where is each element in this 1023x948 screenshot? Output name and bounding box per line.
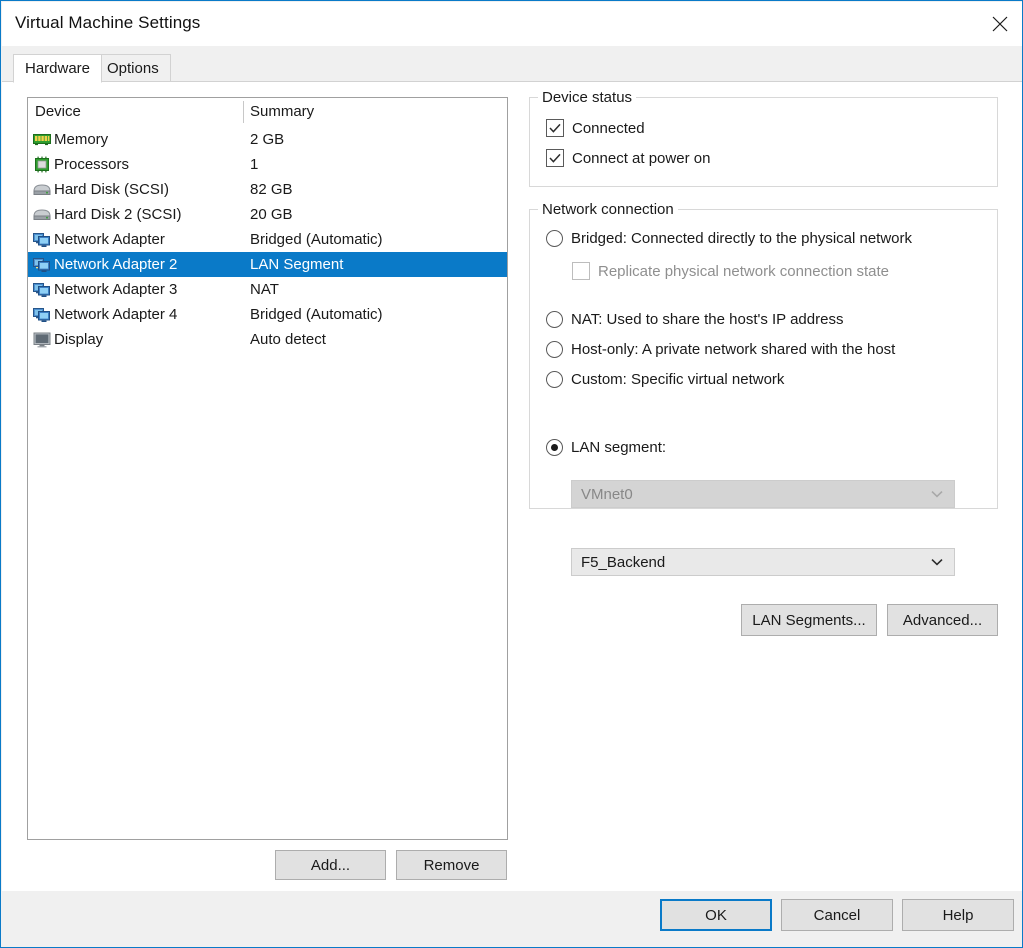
device-name: Network Adapter 3	[54, 281, 178, 298]
radio-custom-label: Custom: Specific virtual network	[571, 371, 785, 388]
window-title: Virtual Machine Settings	[15, 13, 201, 32]
checkbox-checked-icon[interactable]	[546, 149, 564, 167]
table-row[interactable]: Processors 1	[28, 152, 507, 177]
lan-segment-value: F5_Backend	[581, 553, 666, 571]
device-summary: Bridged (Automatic)	[250, 231, 383, 248]
device-summary: 1	[250, 156, 259, 173]
device-summary: Auto detect	[250, 331, 326, 348]
dialog-footer: OK Cancel Help	[2, 891, 1022, 947]
connected-label: Connected	[572, 119, 645, 137]
table-row[interactable]: Hard Disk (SCSI) 82 GB	[28, 177, 507, 202]
tab-options-label: Options	[107, 59, 159, 77]
close-icon[interactable]	[977, 2, 1022, 46]
replicate-state-label: Replicate physical network connection st…	[598, 262, 889, 280]
lan-segments-button[interactable]: LAN Segments...	[741, 604, 877, 636]
chevron-down-icon[interactable]	[931, 558, 943, 566]
device-name: Hard Disk (SCSI)	[54, 181, 170, 198]
radio-bridged-label: Bridged: Connected directly to the physi…	[571, 230, 913, 247]
radio-lan-segment-label: LAN segment:	[571, 439, 667, 456]
title-bar: Virtual Machine Settings	[2, 2, 1022, 46]
tab-strip: Hardware Options	[2, 46, 1022, 83]
device-name: Memory	[54, 131, 109, 148]
help-button[interactable]: Help	[902, 899, 1014, 931]
connect-at-power-on-label: Connect at power on	[572, 149, 711, 167]
device-list[interactable]: Device Summary Memory 2 GB Processors 1 …	[27, 97, 508, 840]
device-status-group-label: Device status	[538, 89, 637, 106]
hardware-tab-panel: Device Summary Memory 2 GB Processors 1 …	[2, 81, 1022, 891]
radio-unchecked-icon[interactable]	[546, 341, 563, 358]
device-summary: 82 GB	[250, 181, 293, 198]
lan-segment-select[interactable]: F5_Backend	[571, 548, 955, 576]
network-connection-group-label: Network connection	[538, 201, 678, 218]
radio-host-only-label: Host-only: A private network shared with…	[571, 341, 896, 358]
device-name: Hard Disk 2 (SCSI)	[54, 206, 182, 223]
display-icon	[33, 331, 51, 348]
custom-network-value: VMnet0	[581, 485, 633, 503]
device-name: Network Adapter 4	[54, 306, 178, 323]
device-name: Processors	[54, 156, 130, 173]
remove-device-button[interactable]: Remove	[396, 850, 507, 880]
network-adapter-icon	[33, 306, 51, 323]
tab-hardware[interactable]: Hardware	[13, 54, 103, 83]
column-divider	[243, 101, 244, 123]
harddisk-icon	[33, 181, 51, 198]
processor-icon	[33, 156, 51, 173]
device-status-group: Device status Connected Connect at power…	[529, 89, 998, 187]
radio-unchecked-icon[interactable]	[546, 311, 563, 328]
chevron-down-icon	[931, 490, 943, 498]
device-summary: LAN Segment	[250, 256, 344, 273]
column-header-device: Device	[35, 103, 81, 120]
add-device-button[interactable]: Add...	[275, 850, 386, 880]
radio-lan-segment[interactable]: LAN segment:	[546, 439, 666, 456]
network-adapter-icon	[33, 256, 51, 273]
radio-host-only[interactable]: Host-only: A private network shared with…	[546, 341, 895, 358]
ok-button[interactable]: OK	[660, 899, 772, 931]
virtual-machine-settings-dialog: Virtual Machine Settings Hardware Option…	[0, 0, 1023, 948]
device-summary: Bridged (Automatic)	[250, 306, 383, 323]
device-summary: NAT	[250, 281, 279, 298]
radio-unchecked-icon[interactable]	[546, 371, 563, 388]
memory-icon	[33, 131, 51, 148]
radio-bridged[interactable]: Bridged: Connected directly to the physi…	[546, 230, 912, 247]
table-row[interactable]: Network Adapter 3 NAT	[28, 277, 507, 302]
checkbox-unchecked-disabled-icon	[572, 262, 590, 280]
device-summary: 20 GB	[250, 206, 293, 223]
tab-hardware-label: Hardware	[25, 60, 91, 77]
device-summary: 2 GB	[250, 131, 285, 148]
network-connection-group: Network connection Bridged: Connected di…	[529, 201, 998, 509]
radio-checked-icon[interactable]	[546, 439, 563, 456]
radio-unchecked-icon[interactable]	[546, 230, 563, 247]
radio-nat-label: NAT: Used to share the host's IP address	[571, 311, 844, 328]
connected-checkbox-row[interactable]: Connected	[546, 119, 645, 137]
table-row[interactable]: Hard Disk 2 (SCSI) 20 GB	[28, 202, 507, 227]
column-header-summary: Summary	[250, 103, 315, 120]
radio-nat[interactable]: NAT: Used to share the host's IP address	[546, 311, 843, 328]
device-name: Display	[54, 331, 104, 348]
network-adapter-icon	[33, 231, 51, 248]
table-row-selected[interactable]: Network Adapter 2 LAN Segment	[28, 252, 507, 277]
replicate-state-checkbox-row: Replicate physical network connection st…	[572, 262, 889, 280]
device-name: Network Adapter	[54, 231, 165, 248]
table-row[interactable]: Display Auto detect	[28, 327, 507, 352]
checkbox-checked-icon[interactable]	[546, 119, 564, 137]
cancel-button[interactable]: Cancel	[781, 899, 893, 931]
table-row[interactable]: Memory 2 GB	[28, 127, 507, 152]
connect-at-power-on-checkbox-row[interactable]: Connect at power on	[546, 149, 710, 167]
tab-options[interactable]: Options	[95, 54, 171, 82]
radio-custom[interactable]: Custom: Specific virtual network	[546, 371, 784, 388]
device-name: Network Adapter 2	[54, 256, 178, 273]
network-adapter-icon	[33, 281, 51, 298]
advanced-button[interactable]: Advanced...	[887, 604, 998, 636]
table-row[interactable]: Network Adapter 4 Bridged (Automatic)	[28, 302, 507, 327]
custom-network-select: VMnet0	[571, 480, 955, 508]
harddisk-icon	[33, 206, 51, 223]
table-row[interactable]: Network Adapter Bridged (Automatic)	[28, 227, 507, 252]
